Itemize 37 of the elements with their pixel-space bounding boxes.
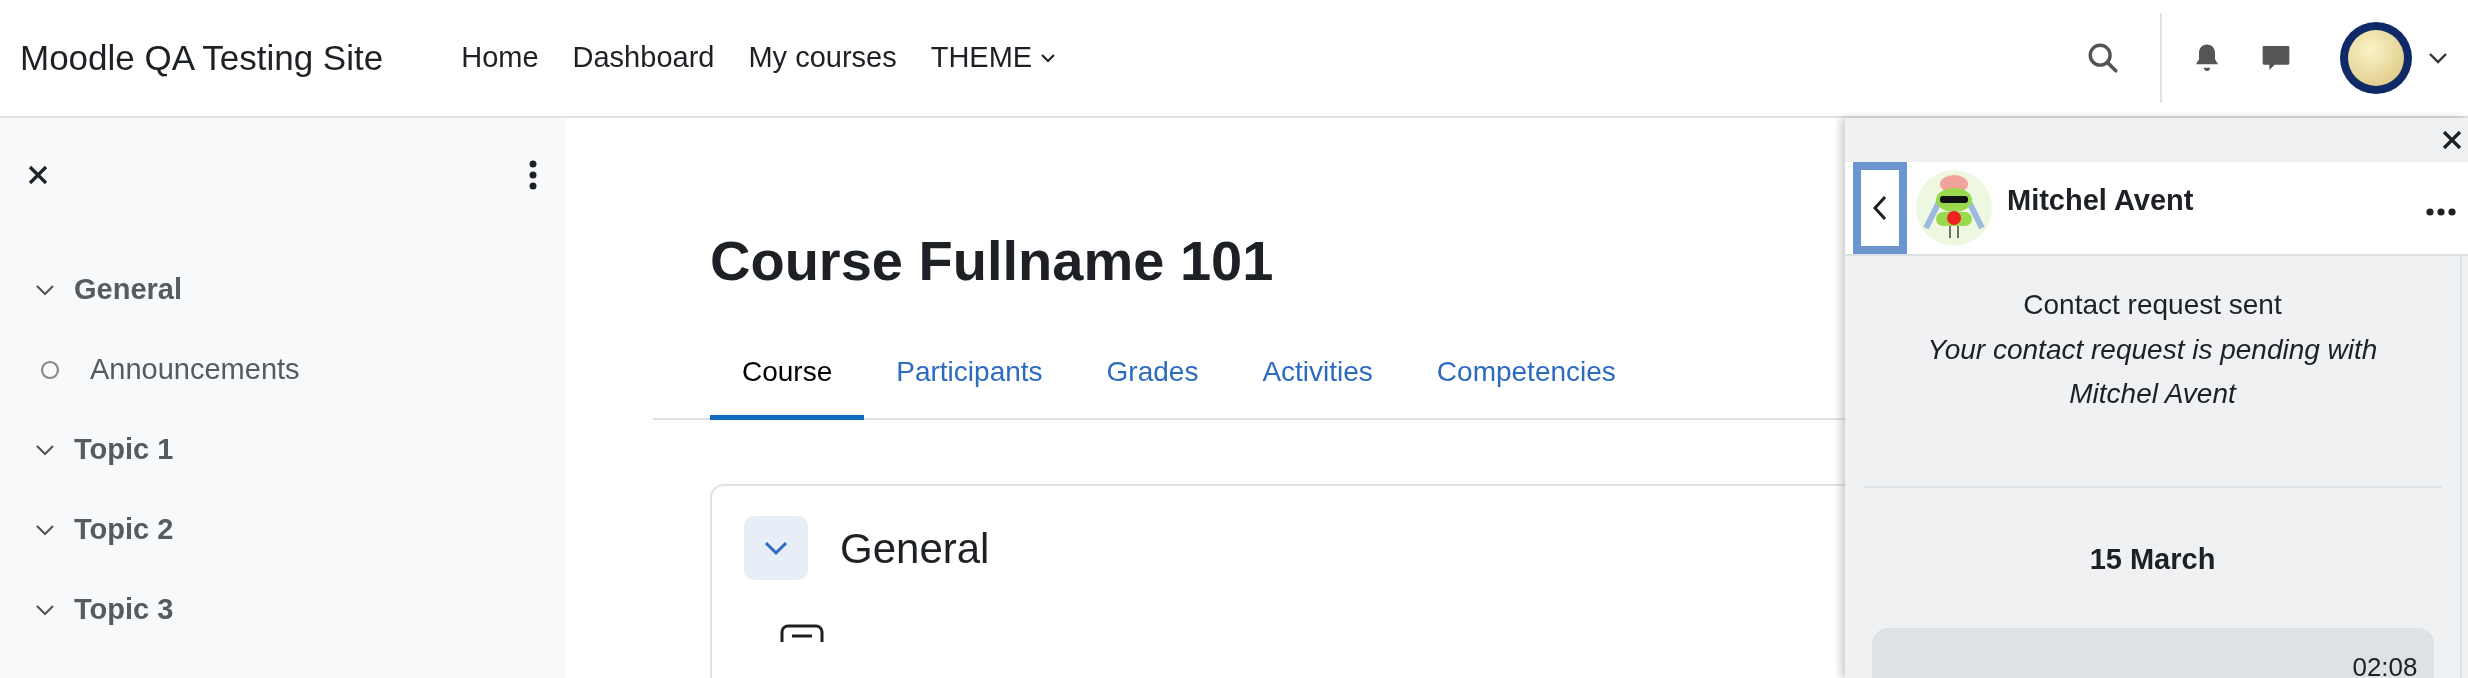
tab[interactable]: Grades [1074, 341, 1231, 420]
activity-link[interactable]: Announcements [90, 348, 300, 392]
site-name[interactable]: Moodle QA Testing Site [20, 31, 384, 85]
tab[interactable]: Participants [864, 341, 1075, 420]
dropdown-menu[interactable]: THEME [914, 36, 1073, 80]
search-icon[interactable] [2086, 41, 2120, 75]
chevron-icon[interactable] [35, 604, 55, 616]
status-title: Contact request sent [2023, 288, 2282, 322]
date-heading: 15 March [2089, 542, 2216, 577]
close-icon[interactable] [2442, 130, 2462, 150]
chevron-icon[interactable] [35, 444, 55, 456]
kebab-menu-icon[interactable] [528, 160, 538, 190]
section-link[interactable]: Topic 2 [74, 508, 174, 552]
caret-icon[interactable] [2428, 52, 2448, 64]
section-title: General [840, 523, 990, 574]
nav-link[interactable]: Home [445, 36, 555, 80]
nav-link[interactable]: My courses [732, 36, 913, 80]
tab[interactable]: Course [710, 341, 865, 420]
message-time: 02:08 [2352, 650, 2418, 678]
nav-link[interactable]: Dashboard [556, 36, 731, 80]
page-icon [778, 624, 826, 644]
chevron-icon[interactable] [35, 524, 55, 536]
tab[interactable]: Competencies [1404, 341, 1648, 420]
section-link[interactable]: Topic 1 [74, 428, 174, 472]
chevron-icon [763, 540, 789, 556]
caret-icon [1040, 53, 1057, 63]
course-title: Course Fullname 101 [710, 233, 1275, 289]
tab[interactable]: Activities [1230, 341, 1405, 420]
contact-name: Mitchel Avent [2007, 183, 2194, 218]
chevron-icon[interactable] [35, 284, 55, 296]
more-options-icon[interactable] [2426, 208, 2456, 216]
section-link[interactable]: General [74, 268, 182, 312]
close-icon[interactable] [27, 164, 49, 186]
back-button[interactable] [1853, 162, 1907, 254]
status-message: Your contact request is pending with Mitchel Avent [1926, 333, 2379, 411]
circle-icon [40, 360, 60, 380]
section-link[interactable]: Topic 3 [74, 588, 174, 632]
